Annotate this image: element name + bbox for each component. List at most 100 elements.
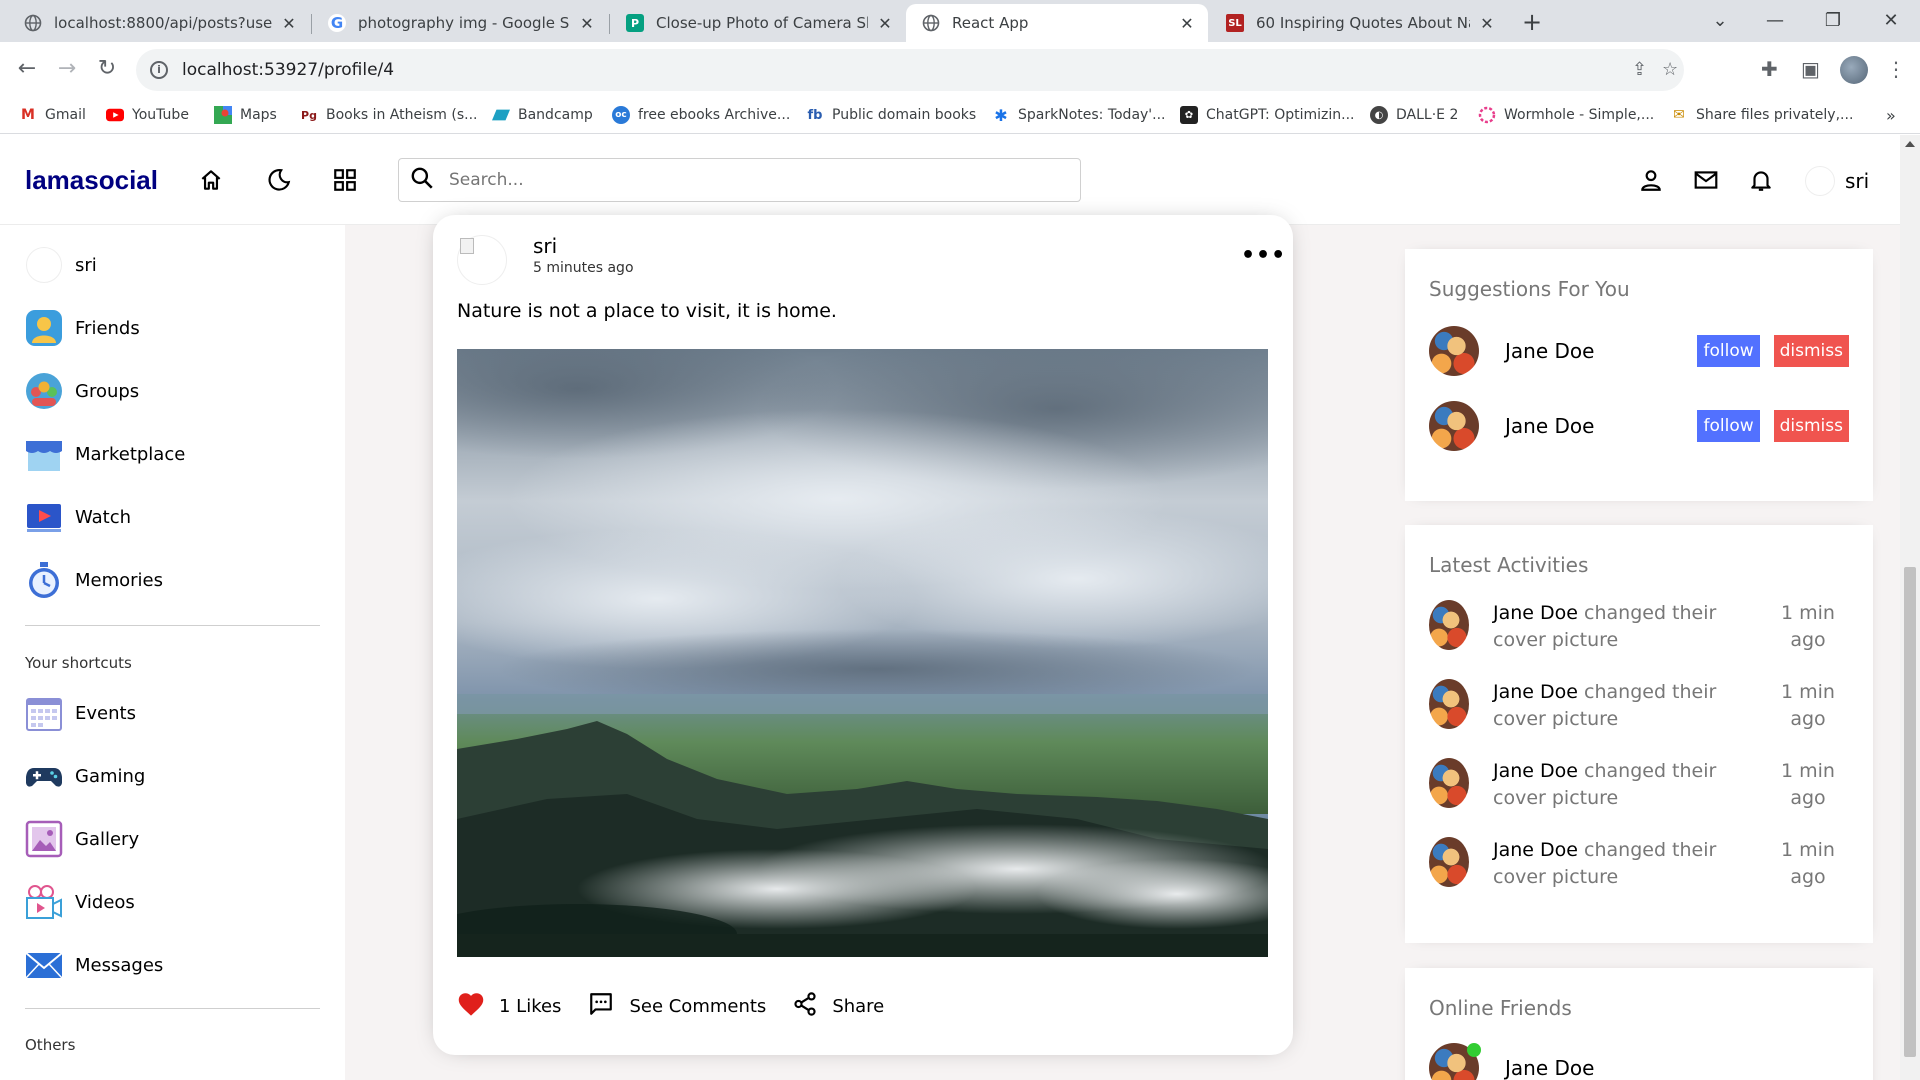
- suggestion-name[interactable]: Jane Doe: [1505, 339, 1683, 363]
- bookmark-youtube[interactable]: YouTube: [106, 106, 189, 124]
- activity-user[interactable]: Jane Doe: [1493, 760, 1578, 782]
- bookmark-share-files[interactable]: ✉ Share files privately,...: [1670, 106, 1853, 124]
- activity-user[interactable]: Jane Doe: [1493, 602, 1578, 624]
- bookmark-star-icon[interactable]: ☆: [1662, 59, 1678, 80]
- activity-avatar[interactable]: [1429, 679, 1469, 729]
- close-icon[interactable]: ✕: [578, 14, 596, 33]
- address-bar[interactable]: i localhost:53927/profile/4 ⇪ ☆: [136, 49, 1684, 91]
- bandcamp-icon: [492, 106, 510, 124]
- see-comments-button[interactable]: See Comments: [587, 991, 766, 1022]
- sidebar-item-videos[interactable]: Videos: [25, 883, 135, 921]
- marketplace-icon: [25, 435, 63, 473]
- extensions-icon[interactable]: ✚: [1761, 57, 1778, 81]
- sidebar-item-friends[interactable]: Friends: [25, 309, 140, 347]
- bookmark-books[interactable]: Pg Books in Atheism (s...: [300, 106, 477, 124]
- sidebar-item-events[interactable]: Events: [25, 694, 136, 732]
- browser-toolbar: ← → ↻ i localhost:53927/profile/4 ⇪ ☆ ✚ …: [0, 42, 1920, 98]
- more-options-icon[interactable]: •••: [1241, 243, 1286, 268]
- new-tab-button[interactable]: +: [1517, 8, 1547, 38]
- sidebar-item-marketplace[interactable]: Marketplace: [25, 435, 185, 473]
- close-icon[interactable]: ✕: [280, 14, 298, 33]
- bookmark-bandcamp[interactable]: Bandcamp: [492, 106, 593, 124]
- browser-tab[interactable]: P Close-up Photo of Camera Shutter ✕: [610, 4, 906, 42]
- bookmarks-overflow-icon[interactable]: »: [1886, 106, 1896, 125]
- close-icon[interactable]: ✕: [1478, 14, 1496, 33]
- sidebar-item-messages[interactable]: Messages: [25, 946, 163, 984]
- activity-avatar[interactable]: [1429, 600, 1469, 650]
- scroll-up-arrow-icon[interactable]: [1905, 141, 1915, 147]
- app-root: lamasocial sri: [0, 135, 1920, 1080]
- sidebar-item-gallery[interactable]: Gallery: [25, 820, 139, 858]
- forward-button[interactable]: →: [52, 54, 82, 84]
- reload-button[interactable]: ↻: [92, 54, 122, 84]
- sidebar-item-watch[interactable]: Watch: [25, 498, 131, 536]
- minimize-button[interactable]: —: [1750, 4, 1800, 38]
- site-info-icon[interactable]: i: [150, 61, 168, 79]
- post-author-name[interactable]: sri: [533, 234, 557, 258]
- suggestion-name[interactable]: Jane Doe: [1505, 414, 1683, 438]
- share-label: Share: [832, 996, 885, 1017]
- follow-button[interactable]: follow: [1697, 410, 1760, 442]
- share-button[interactable]: Share: [792, 991, 884, 1022]
- mail-icon[interactable]: [1691, 165, 1721, 195]
- back-button[interactable]: ←: [12, 54, 42, 84]
- groups-icon: [25, 372, 63, 410]
- bookmark-wormhole[interactable]: Wormhole - Simple,...: [1478, 106, 1654, 124]
- dismiss-button[interactable]: dismiss: [1773, 335, 1849, 367]
- home-icon[interactable]: [196, 165, 226, 195]
- activities-title: Latest Activities: [1429, 553, 1589, 577]
- activity-avatar[interactable]: [1429, 837, 1469, 887]
- browser-tab[interactable]: SL 60 Inspiring Quotes About Nature ✕: [1210, 4, 1508, 42]
- activity-avatar[interactable]: [1429, 758, 1469, 808]
- profile-avatar[interactable]: [1840, 56, 1868, 84]
- bookmark-public-domain[interactable]: fb Public domain books: [806, 106, 977, 124]
- like-button[interactable]: 1 Likes: [457, 991, 561, 1022]
- browser-tab[interactable]: localhost:8800/api/posts?userId= ✕: [8, 4, 310, 42]
- activity-user[interactable]: Jane Doe: [1493, 839, 1578, 861]
- activity-user[interactable]: Jane Doe: [1493, 681, 1578, 703]
- suggestion-avatar[interactable]: [1429, 401, 1479, 451]
- likes-count: 1 Likes: [499, 996, 562, 1017]
- bookmark-maps[interactable]: Maps: [214, 106, 277, 124]
- tab-search-chevron-icon[interactable]: ⌄: [1695, 4, 1745, 38]
- post-author-avatar[interactable]: [457, 235, 507, 285]
- navbar-user[interactable]: sri: [1805, 166, 1869, 196]
- app-logo[interactable]: lamasocial: [25, 165, 158, 196]
- events-icon: [25, 694, 63, 732]
- suggestion-avatar[interactable]: [1429, 326, 1479, 376]
- scrollbar-thumb[interactable]: [1904, 567, 1916, 1057]
- bookmark-sparknotes[interactable]: ✱ SparkNotes: Today'...: [992, 106, 1165, 125]
- close-window-button[interactable]: ✕: [1866, 4, 1916, 38]
- apps-grid-icon[interactable]: [330, 165, 360, 195]
- browser-tab-active[interactable]: React App ✕: [906, 4, 1208, 42]
- comment-icon: [587, 991, 629, 1022]
- browser-tab[interactable]: G photography img - Google Search ✕: [312, 4, 608, 42]
- side-panel-icon[interactable]: ▣: [1801, 57, 1820, 81]
- bookmark-chatgpt[interactable]: ✿ ChatGPT: Optimizin...: [1180, 106, 1354, 124]
- search-bar[interactable]: [398, 158, 1081, 202]
- post-image[interactable]: [457, 349, 1268, 957]
- restore-button[interactable]: ❐: [1808, 4, 1858, 38]
- dismiss-button[interactable]: dismiss: [1773, 410, 1849, 442]
- address-url: localhost:53927/profile/4: [182, 60, 395, 80]
- sidebar-item-groups[interactable]: Groups: [25, 372, 139, 410]
- search-input[interactable]: [449, 170, 1049, 190]
- dark-mode-icon[interactable]: [264, 165, 294, 195]
- bookmark-ebooks[interactable]: oc free ebooks Archive...: [612, 106, 790, 124]
- browser-menu-icon[interactable]: ⋮: [1886, 57, 1906, 81]
- close-icon[interactable]: ✕: [876, 14, 894, 33]
- person-icon[interactable]: [1636, 165, 1666, 195]
- sidebar-item-memories[interactable]: Memories: [25, 561, 163, 599]
- page-scrollbar[interactable]: [1900, 135, 1920, 1080]
- close-icon[interactable]: ✕: [1178, 14, 1196, 33]
- share-page-icon[interactable]: ⇪: [1632, 59, 1647, 80]
- follow-button[interactable]: follow: [1697, 335, 1760, 367]
- activity-item: Jane Doe changed their cover picture 1 m…: [1429, 600, 1849, 654]
- sidebar-item-gaming[interactable]: Gaming: [25, 757, 145, 795]
- bookmark-dalle[interactable]: ◐ DALL·E 2: [1370, 106, 1458, 124]
- notifications-bell-icon[interactable]: [1746, 165, 1776, 195]
- bookmarks-bar: M Gmail YouTube Maps Pg Books in Atheism (…: [0, 98, 1920, 134]
- sidebar-item-profile[interactable]: sri: [25, 246, 97, 284]
- online-friend-item[interactable]: Jane Doe: [1429, 1043, 1849, 1080]
- bookmark-gmail[interactable]: M Gmail: [19, 106, 86, 124]
